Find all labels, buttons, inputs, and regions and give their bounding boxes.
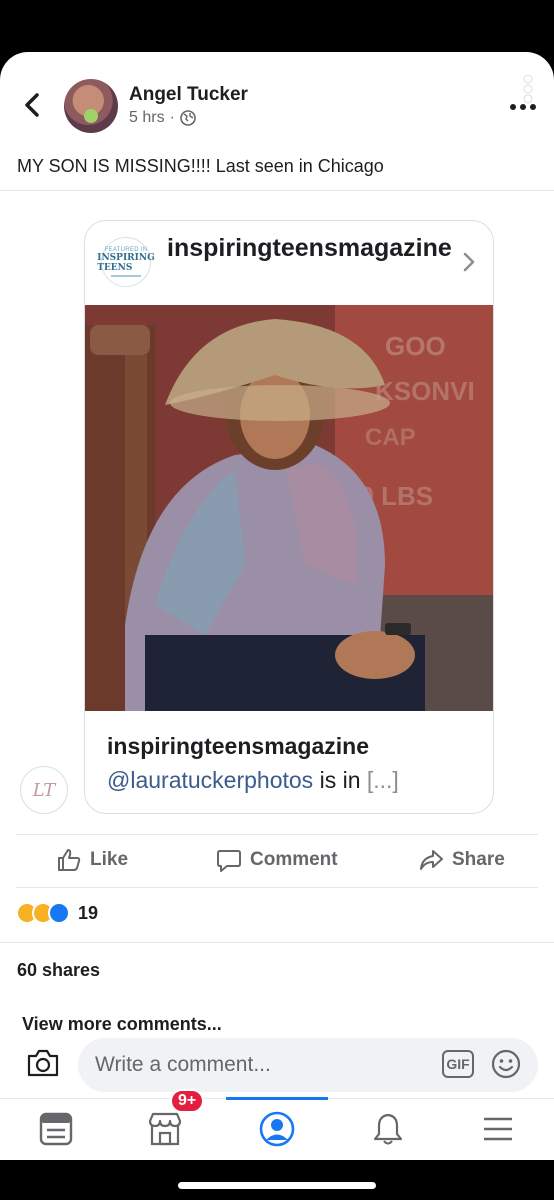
portrait-image: GOO KSONVI CAP 00 LBS xyxy=(85,305,493,711)
logo-rule xyxy=(111,275,141,277)
active-tab-indicator xyxy=(226,1097,328,1100)
bottom-tab-bar: 9+ xyxy=(0,1089,554,1160)
like-button[interactable]: Like xyxy=(56,847,128,873)
post-header: Angel Tucker 5 hrs · xyxy=(0,52,554,152)
back-arrow-icon[interactable] xyxy=(18,90,48,120)
like-reaction-icon xyxy=(48,902,70,924)
post-actions: Like Comment Share xyxy=(16,834,538,888)
post-meta: 5 hrs · xyxy=(129,109,196,127)
marketplace-icon[interactable] xyxy=(145,1111,185,1147)
profile-icon[interactable] xyxy=(257,1111,297,1147)
news-feed-icon[interactable] xyxy=(36,1111,76,1147)
more-options-icon[interactable] xyxy=(508,100,538,114)
svg-text:GOO: GOO xyxy=(385,331,446,361)
meta-separator: · xyxy=(169,109,175,126)
post-text: MY SON IS MISSING!!!! Last seen in Chica… xyxy=(17,156,384,176)
caption-username[interactable]: inspiringteensmagazine xyxy=(107,733,369,760)
divider xyxy=(0,190,554,191)
like-label: Like xyxy=(90,849,129,870)
chevron-right-icon[interactable] xyxy=(459,251,479,273)
comment-label: Comment xyxy=(250,849,338,870)
notifications-bell-icon[interactable] xyxy=(368,1111,408,1147)
share-count[interactable]: 60 shares xyxy=(17,960,100,981)
magazine-logo: FEATURED IN INSPIRING TEENS xyxy=(97,237,155,287)
svg-text:KSONVI: KSONVI xyxy=(375,376,475,406)
emoji-icon[interactable] xyxy=(491,1049,521,1079)
post-screen: Angel Tucker 5 hrs · MY SON IS MISSING!!… xyxy=(0,52,554,1160)
share-arrow-icon xyxy=(420,850,443,870)
card-account-name[interactable]: inspiringteensmagazine xyxy=(167,231,457,265)
commenter-avatar[interactable]: LT xyxy=(20,766,68,814)
gif-button[interactable]: GIF xyxy=(442,1050,474,1078)
card-header[interactable]: FEATURED IN INSPIRING TEENS inspiringtee… xyxy=(85,221,493,305)
caption-text: is in xyxy=(313,767,367,793)
comment-button[interactable]: Comment xyxy=(216,847,338,873)
reaction-count: 19 xyxy=(78,902,99,923)
caption-mention[interactable]: @lauratuckerphotos xyxy=(107,767,313,793)
menu-icon[interactable] xyxy=(478,1111,518,1147)
logo-line-main: INSPIRING TEENS xyxy=(97,253,155,273)
comment-composer: Write a comment... GIF xyxy=(0,1032,554,1098)
home-indicator[interactable] xyxy=(178,1182,376,1189)
share-label: Share xyxy=(452,849,505,870)
shared-instagram-card[interactable]: FEATURED IN INSPIRING TEENS inspiringtee… xyxy=(84,220,494,814)
caption-ellipsis[interactable]: [...] xyxy=(367,767,399,793)
reaction-summary[interactable]: 19 xyxy=(16,902,98,924)
caption-line: @lauratuckerphotos is in [...] xyxy=(107,767,399,794)
author-name[interactable]: Angel Tucker xyxy=(129,84,248,106)
marketplace-badge: 9+ xyxy=(170,1089,205,1113)
post-time: 5 hrs xyxy=(129,109,165,126)
share-button[interactable]: Share xyxy=(418,847,505,873)
svg-text:CAP: CAP xyxy=(365,424,416,451)
camera-icon[interactable] xyxy=(26,1048,60,1078)
globe-icon xyxy=(180,110,196,126)
monogram-logo: LT xyxy=(32,779,56,801)
thumbs-up-icon xyxy=(58,849,81,871)
comment-bubble-icon xyxy=(217,850,241,872)
device-bottom-bezel xyxy=(0,1160,554,1200)
divider xyxy=(0,942,554,943)
author-avatar[interactable] xyxy=(64,79,118,133)
shared-photo[interactable]: GOO KSONVI CAP 00 LBS xyxy=(85,305,493,711)
